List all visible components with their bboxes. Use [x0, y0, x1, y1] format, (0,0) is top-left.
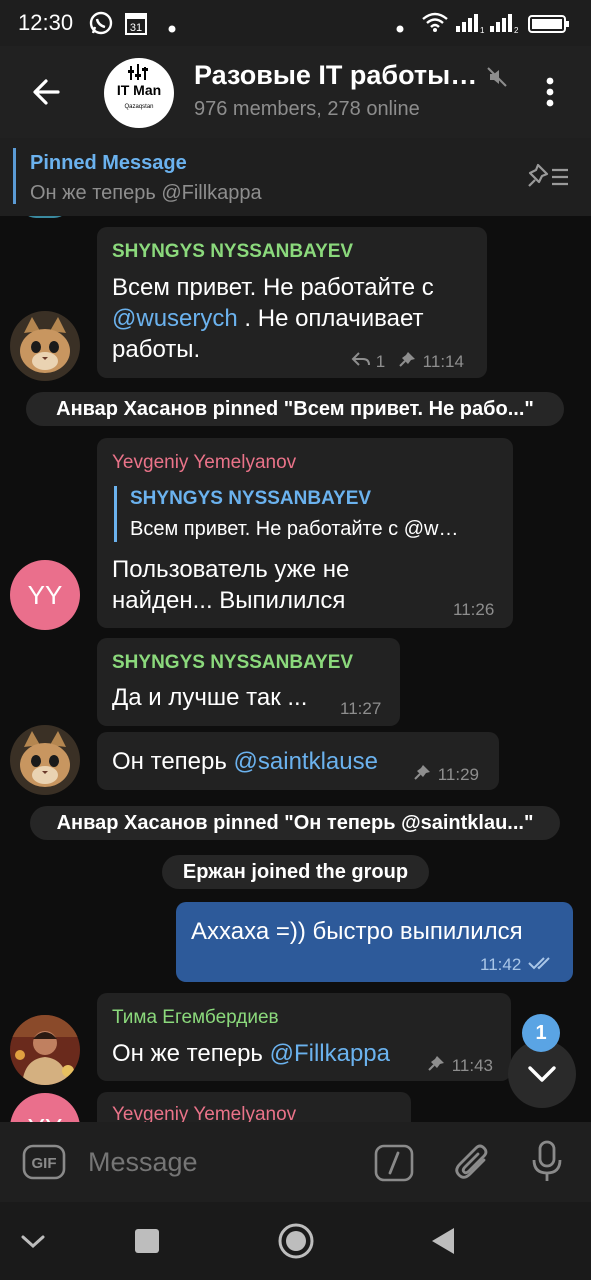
message-bubble[interactable]: Он теперь @saintklause 11:29 [97, 732, 499, 790]
logo-subtext: Qazaqstan [124, 104, 154, 110]
message-bubble[interactable]: Тима Егембердиев Он же теперь @Fillkappa… [97, 993, 511, 1081]
chat-header: IT Man Qazaqstan Разовые IT работы… 976 … [0, 46, 591, 138]
avatar-initials: YY [27, 580, 63, 610]
avatar-initials: YY [10, 1113, 80, 1122]
person-photo-icon [10, 1015, 80, 1085]
pinned-indicator [13, 148, 16, 204]
signal-1-icon: 1 [456, 12, 486, 40]
message-text: Пользователь уже не найден... Выпилился [112, 556, 350, 614]
sender-name[interactable]: SHYNGYS NYSSANBAYEV [112, 241, 353, 263]
dot-icon [396, 16, 404, 39]
equalizer-icon [128, 64, 148, 80]
service-message: Ержан joined the group [162, 855, 429, 889]
reply-count: 1 [375, 352, 386, 371]
message-input[interactable] [86, 1146, 350, 1179]
double-check-icon [528, 957, 550, 970]
message-bubble[interactable]: SHYNGYS NYSSANBAYEV Да и лучше так ... 1… [97, 638, 400, 726]
sender-name[interactable]: Yevgeniy Yemelyanov [112, 452, 296, 474]
message-text: Он же теперь @Fillkappa [112, 1040, 391, 1067]
message-meta: 11:42 [480, 955, 556, 975]
user-avatar[interactable] [10, 1015, 80, 1085]
message-time: 11:26 [453, 600, 495, 619]
group-title[interactable]: Разовые IT работы… [194, 60, 494, 91]
unread-badge: 1 [522, 1014, 560, 1052]
message-time: 11:27 [340, 699, 382, 718]
mention-link[interactable]: @Fillkappa [270, 1040, 390, 1067]
message-bubble[interactable]: Yevgeniy Yemelyanov [97, 1092, 411, 1122]
status-bar: 12:30 31 1 2 [0, 0, 591, 46]
gif-icon[interactable]: GIF [22, 1144, 66, 1185]
calendar-icon: 31 [124, 10, 148, 42]
back-arrow-icon[interactable] [28, 74, 64, 110]
message-time: 11:42 [480, 955, 522, 974]
mention-link[interactable]: @wuserych [112, 305, 238, 332]
more-options-icon[interactable] [540, 74, 560, 110]
back-triangle-icon[interactable] [430, 1226, 456, 1261]
sender-name[interactable]: SHYNGYS NYSSANBAYEV [112, 652, 353, 674]
cat-avatar-icon [10, 725, 80, 795]
quote-text[interactable]: Всем привет. Не работайте с @w… [130, 518, 458, 541]
user-avatar[interactable] [10, 311, 80, 381]
mention-link[interactable]: @saintklause [234, 748, 378, 775]
system-navigation-bar [0, 1202, 591, 1280]
status-time: 12:30 [18, 10, 74, 35]
message-bubble[interactable]: SHYNGYS NYSSANBAYEV Всем привет. Не рабо… [97, 227, 487, 378]
sender-name[interactable]: Yevgeniy Yemelyanov [112, 1104, 296, 1122]
message-time: 11:43 [451, 1056, 494, 1075]
pin-icon [399, 352, 415, 367]
service-message: Анвар Хасанов pinned "Всем привет. Не ра… [26, 392, 564, 426]
user-avatar[interactable]: YY [10, 560, 80, 630]
pinned-message-bar[interactable]: Pinned Message Он же теперь @Fillkappa [0, 138, 591, 217]
quote-indicator [114, 486, 117, 542]
whatsapp-icon [88, 10, 114, 42]
service-message: Анвар Хасанов pinned "Он теперь @saintkl… [30, 806, 560, 840]
message-time: 11:14 [422, 352, 464, 371]
nav-collapse-icon[interactable] [20, 1228, 46, 1259]
muted-icon [486, 66, 508, 93]
pin-icon [414, 765, 430, 780]
previous-avatar [20, 216, 70, 218]
home-icon[interactable] [277, 1222, 315, 1265]
group-avatar[interactable]: IT Man Qazaqstan [104, 58, 174, 128]
quote-sender[interactable]: SHYNGYS NYSSANBAYEV [130, 488, 371, 510]
logo-text: IT Man [116, 82, 162, 98]
pin-icon [428, 1056, 444, 1071]
member-count: 976 members, 278 online [194, 98, 420, 120]
message-list[interactable]: SHYNGYS NYSSANBAYEV Всем привет. Не рабо… [0, 216, 591, 1122]
bot-commands-icon[interactable] [374, 1144, 414, 1187]
pinned-list-icon[interactable] [526, 162, 570, 195]
reply-icon [351, 352, 370, 366]
recent-apps-icon[interactable] [134, 1228, 160, 1259]
microphone-icon[interactable] [530, 1140, 564, 1189]
attach-icon[interactable] [454, 1142, 492, 1189]
message-meta: 11:29 [413, 764, 479, 785]
battery-icon [528, 14, 570, 40]
message-meta: 11:43 [427, 1055, 493, 1076]
cat-avatar-icon [10, 311, 80, 381]
message-bubble[interactable]: Yevgeniy Yemelyanov SHYNGYS NYSSANBAYEV … [97, 438, 513, 628]
notification-dot-icon [168, 16, 176, 39]
message-text: Аххаха =)) быстро выпилился [191, 918, 523, 945]
pinned-label: Pinned Message [30, 152, 187, 174]
message-text: Он теперь @saintklause [112, 748, 378, 775]
outgoing-message-bubble[interactable]: Аххаха =)) быстро выпилился 11:42 [176, 902, 573, 982]
svg-text:2: 2 [514, 26, 519, 34]
message-time: 11:29 [437, 765, 480, 784]
pinned-text: Он же теперь @Fillkappa [30, 182, 262, 204]
message-meta: 1 11:14 [351, 351, 464, 372]
user-avatar[interactable]: YY [10, 1093, 80, 1122]
wifi-icon [422, 12, 448, 38]
svg-text:GIF: GIF [32, 1155, 57, 1172]
message-composer: GIF [0, 1122, 591, 1202]
signal-2-icon: 2 [490, 12, 520, 40]
message-text: Да и лучше так ... [112, 684, 308, 711]
svg-text:31: 31 [130, 22, 142, 34]
sender-name[interactable]: Тима Егембердиев [112, 1007, 279, 1029]
svg-text:1: 1 [480, 26, 485, 34]
user-avatar[interactable] [10, 725, 80, 795]
